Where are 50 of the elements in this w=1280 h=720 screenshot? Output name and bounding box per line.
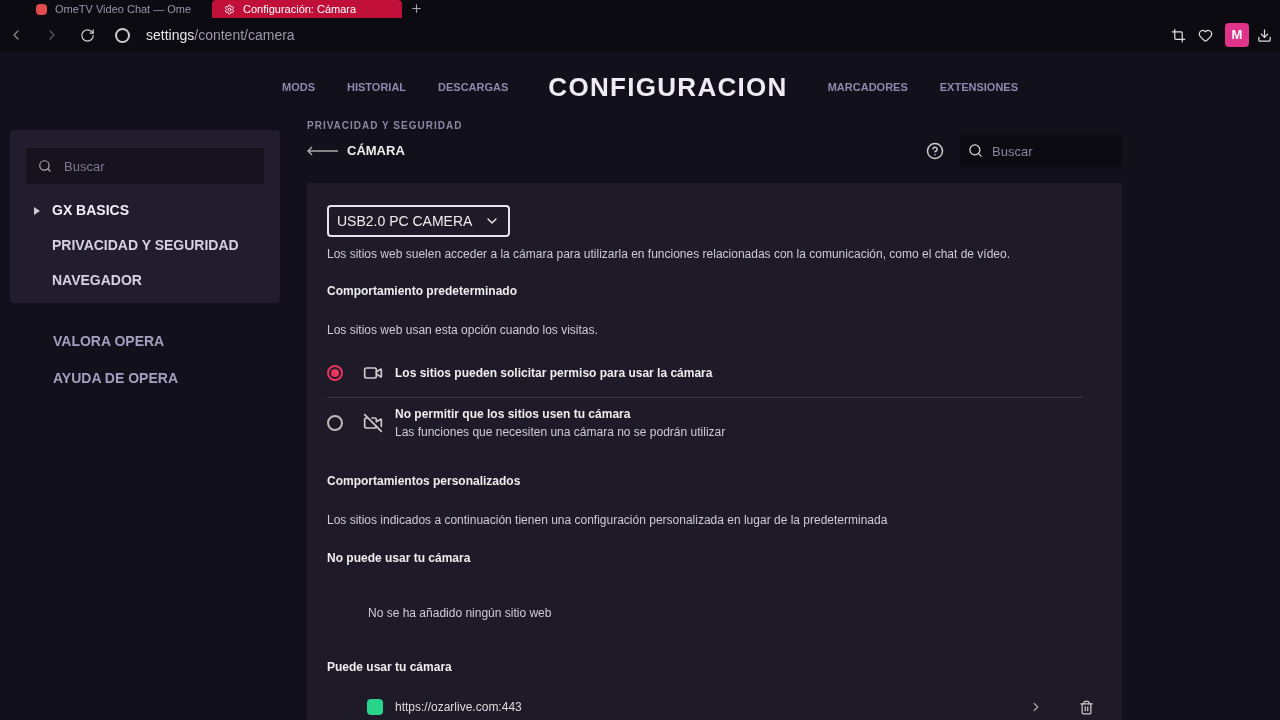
sidebar-item[interactable]: GX BASICS bbox=[52, 200, 129, 221]
empty-message: No se ha añadido ningún sitio web bbox=[368, 605, 553, 622]
sidebar-item[interactable]: PRIVACIDAD Y SEGURIDAD bbox=[52, 235, 239, 256]
list-heading: No puede usar tu cámara bbox=[327, 550, 472, 567]
help-icon[interactable] bbox=[926, 142, 944, 160]
browser-tab[interactable]: Configuración: Cámara bbox=[212, 0, 402, 18]
sidebar-search-field[interactable]: Buscar bbox=[26, 148, 264, 184]
nav-link[interactable]: MODS bbox=[282, 78, 315, 96]
sidebar-link[interactable]: VALORA OPERA bbox=[53, 331, 280, 352]
site-icon bbox=[36, 3, 47, 15]
nav-link[interactable]: MARCADORES bbox=[827, 78, 908, 96]
search-icon bbox=[968, 143, 983, 158]
gear-icon bbox=[224, 3, 235, 15]
section-heading: Comportamientos personalizados bbox=[327, 473, 522, 490]
section-note: Los sitios web usan esta opción cuando los visitas. bbox=[327, 322, 599, 339]
site-url[interactable]: https://ozarlive.com:443 bbox=[395, 698, 522, 716]
camera-off-icon bbox=[363, 413, 383, 433]
address-text[interactable]: settings/content/camera bbox=[146, 24, 295, 46]
option-label: Los sitios pueden solicitar permiso para usar la cámara bbox=[395, 364, 713, 382]
back-arrow-icon[interactable] bbox=[307, 146, 339, 156]
delete-icon[interactable] bbox=[1079, 699, 1094, 715]
section-note: Los sitios indicados a continuación tienen una configuración personalizada en lugar de la predeterminada bbox=[327, 512, 889, 529]
snapshot-icon[interactable] bbox=[1171, 27, 1186, 43]
nav-link[interactable]: DESCARGAS bbox=[438, 78, 509, 96]
section-heading: Comportamiento predeterminado bbox=[327, 283, 519, 300]
heart-icon[interactable] bbox=[1198, 27, 1213, 43]
option-description: Las funciones que necesiten una cámara no se podrán utilizar bbox=[395, 424, 726, 441]
section-title: CÁMARA bbox=[347, 142, 405, 161]
radio-button[interactable] bbox=[327, 364, 343, 381]
page-heading: CONFIGURACION bbox=[548, 70, 788, 104]
site-info-icon[interactable] bbox=[115, 27, 130, 43]
camera-dropdown[interactable]: USB2.0 PC CAMERA bbox=[327, 205, 511, 237]
reload-icon[interactable] bbox=[80, 27, 95, 43]
download-icon[interactable] bbox=[1257, 27, 1272, 43]
description-text: Los sitios web suelen acceder a la cámara para utilizarla en funciones relacionadas con la comunicación, como el chat de vídeo. bbox=[327, 246, 1012, 263]
browser-tab[interactable]: OmeTV Video Chat — Ome bbox=[24, 0, 204, 18]
site-icon bbox=[367, 699, 383, 715]
sidebar-link[interactable]: AYUDA DE OPERA bbox=[53, 368, 280, 389]
search-icon bbox=[38, 159, 52, 173]
option-label: No permitir que los sitios usen tu cámara bbox=[395, 406, 632, 423]
new-tab-icon[interactable] bbox=[410, 2, 423, 15]
caret-icon bbox=[34, 206, 40, 215]
settings-search-field[interactable]: Buscar bbox=[960, 135, 1122, 167]
radio-button[interactable] bbox=[327, 415, 343, 431]
list-heading: Puede usar tu cámara bbox=[327, 659, 453, 676]
sidebar-item[interactable]: NAVEGADOR bbox=[52, 270, 142, 291]
nav-link[interactable]: EXTENSIONES bbox=[939, 78, 1018, 96]
nav-link[interactable]: HISTORIAL bbox=[347, 78, 407, 96]
profile-avatar[interactable]: M bbox=[1225, 23, 1249, 47]
breadcrumb[interactable]: PRIVACIDAD Y SEGURIDAD bbox=[307, 118, 1122, 133]
